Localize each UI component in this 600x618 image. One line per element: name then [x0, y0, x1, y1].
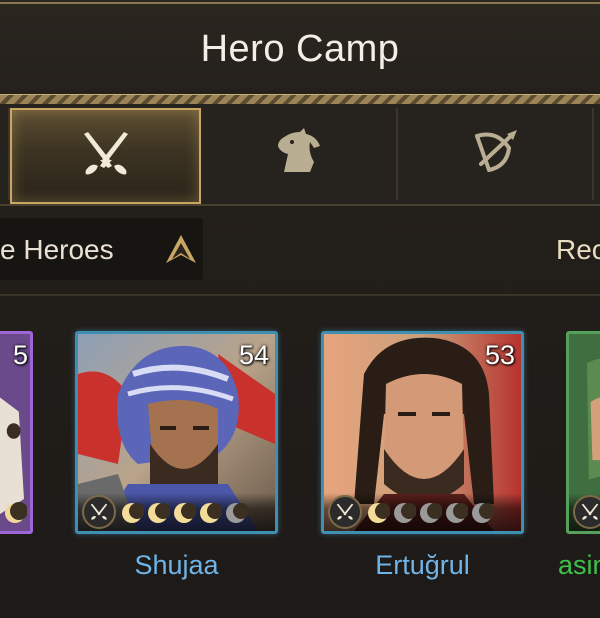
- star-moon-filled-icon: [200, 503, 222, 523]
- hero-camp-panel: Hero Camp e Heroes Rec 5 54 Shujaa 53 Er…: [0, 0, 600, 618]
- star-moon-filled-icon: [148, 503, 170, 523]
- hero-card-partial-left[interactable]: 5: [0, 331, 33, 534]
- sort-arrow-icon: [164, 233, 198, 270]
- page-title: Hero Camp: [200, 28, 400, 70]
- hero-level: 5: [12, 340, 28, 370]
- crossed-swords-icon: [82, 495, 116, 529]
- tab-archer[interactable]: [398, 108, 594, 200]
- tab-bar: [0, 104, 600, 206]
- header: Hero Camp: [0, 0, 600, 100]
- hero-name-ertugrul: Ertuğrul: [375, 550, 470, 580]
- horse-head-icon: [270, 127, 326, 181]
- hero-stars: [366, 501, 494, 525]
- crossed-swords-icon: [573, 495, 600, 529]
- star-moon-empty-icon: [226, 503, 248, 523]
- recommend-button[interactable]: Rec: [556, 234, 600, 266]
- star-moon-filled-icon: [174, 503, 196, 523]
- star-moon-filled-icon: [122, 503, 144, 523]
- crossed-swords-icon: [78, 130, 134, 183]
- section-divider: [0, 294, 600, 296]
- tab-partial-right[interactable]: [594, 108, 600, 200]
- tab-infantry[interactable]: [10, 108, 201, 204]
- hero-card-ertugrul[interactable]: 53: [321, 331, 524, 534]
- star-moon-filled-icon: [368, 503, 390, 523]
- star-moon-empty-icon: [394, 503, 416, 523]
- hero-name-shujaa: Shujaa: [134, 550, 219, 580]
- tab-partial-left[interactable]: [0, 108, 10, 200]
- tab-cavalry[interactable]: [200, 108, 398, 200]
- filter-label: e Heroes: [0, 234, 114, 265]
- star-moon-icon: [5, 502, 27, 523]
- hero-card-shujaa[interactable]: 54: [75, 331, 278, 534]
- crossed-swords-icon: [328, 495, 362, 529]
- header-frame: [0, 2, 600, 10]
- hero-name-partial-right: asin: [558, 550, 600, 580]
- hero-level: 53: [484, 340, 515, 370]
- hero-rank-bar: [78, 493, 275, 531]
- hero-rank-bar: [324, 493, 521, 531]
- star-moon-empty-icon: [472, 503, 494, 523]
- hero-stars: [3, 501, 27, 525]
- star-moon-empty-icon: [446, 503, 468, 523]
- star-moon-empty-icon: [420, 503, 442, 523]
- hero-rank-bar: [569, 493, 600, 531]
- hero-card-partial-right[interactable]: [566, 331, 600, 534]
- bow-arrow-icon: [467, 128, 523, 181]
- filter-dropdown[interactable]: e Heroes: [0, 218, 203, 280]
- hero-level: 54: [238, 340, 269, 370]
- hero-stars: [120, 501, 248, 525]
